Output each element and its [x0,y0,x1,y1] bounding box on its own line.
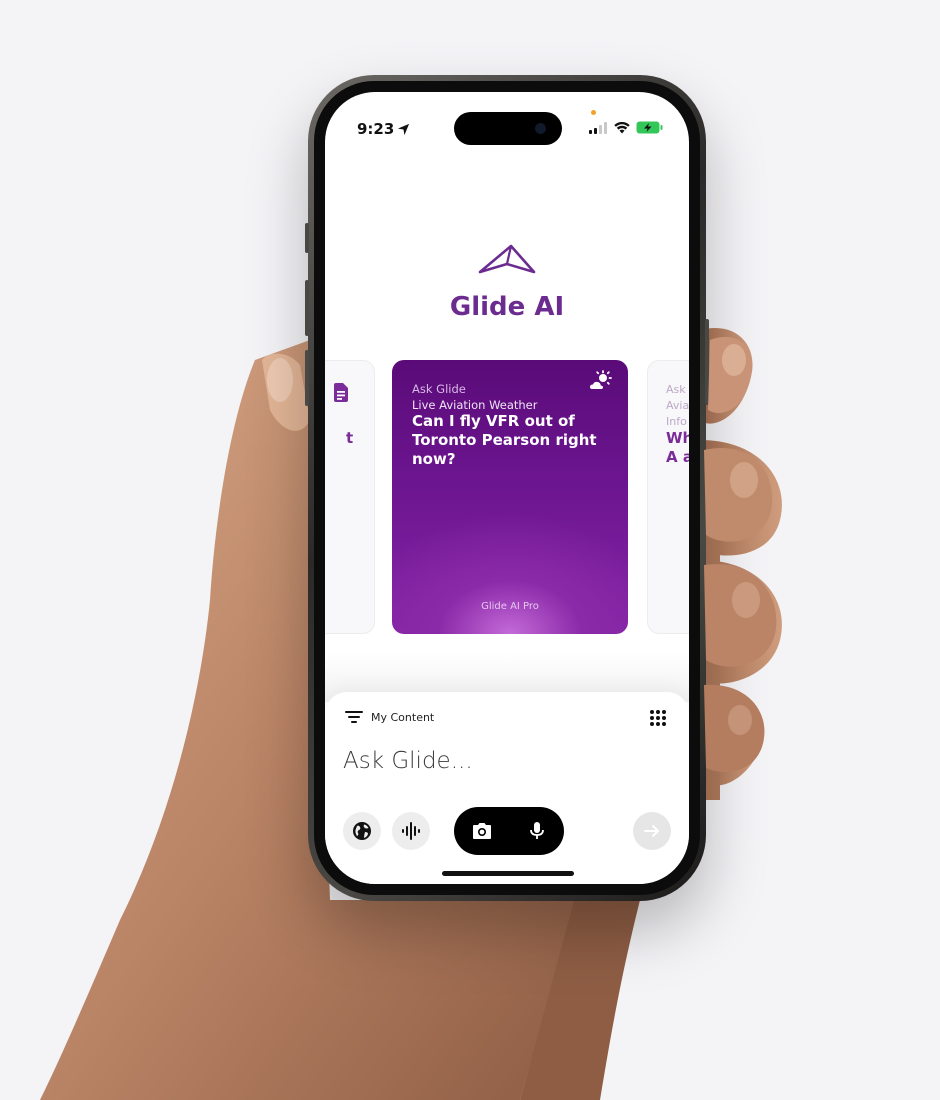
prompt-card-right-kicker: Ask [666,383,686,396]
document-icon [334,383,348,402]
card-question: Can I fly VFR out of Toronto Pearson rig… [412,412,597,468]
prompt-card-right-q1: Wh [666,429,689,447]
voice-mode-button[interactable] [392,812,430,850]
status-time-text: 9:23 [357,120,395,138]
microphone-icon [529,822,544,839]
card-footer: Glide AI Pro [481,601,539,612]
prompt-card-right-q2: A a [666,448,689,466]
globe-icon [353,822,371,840]
card-kicker: Ask Glide [412,382,466,396]
prompt-card-right-line2: Info [666,415,687,428]
app-title: Glide AI [449,292,565,322]
volume-down-button [305,350,309,406]
filter-lines-icon [345,711,363,723]
dynamic-island [454,112,562,145]
cellular-signal-icon [589,121,607,134]
action-button [305,223,309,253]
globe-button[interactable] [343,812,381,850]
phone-screen: 9:23 Glide AI t Ask Glide Live Aviation … [325,92,689,884]
fingertips-overlay [704,336,777,773]
home-indicator [442,871,574,876]
wifi-icon [614,121,630,133]
filter-label: My Content [371,710,435,724]
status-icons [589,121,663,134]
arrow-right-icon [644,825,659,837]
phone-frame: 9:23 Glide AI t Ask Glide Live Aviation … [305,75,709,901]
privacy-indicator-dot [591,110,596,115]
weather-sun-cloud-icon [590,370,612,389]
media-input-pill [454,807,564,855]
composer-panel: My Content [325,692,689,884]
battery-charging-icon [636,121,663,134]
send-button[interactable] [633,812,671,850]
glide-logo-icon [478,244,536,274]
grid-dots-icon[interactable] [649,709,667,727]
prompt-card-left[interactable]: t [325,360,375,634]
status-time: 9:23 [357,120,410,138]
voice-waveform-icon [402,822,420,840]
camera-button[interactable] [462,811,502,851]
prompt-card-left-fragment: t [346,429,354,447]
location-arrow-icon [398,123,410,135]
microphone-button[interactable] [517,811,557,851]
ask-input[interactable] [343,748,663,774]
volume-up-button [305,280,309,336]
prompt-card-right-line1: Avia [666,399,689,412]
content-filter[interactable]: My Content [345,710,434,724]
front-camera [535,123,546,134]
prompt-card-right[interactable]: Ask Avia Info Wh A a [647,360,689,634]
prompt-card-main[interactable]: Ask Glide Live Aviation Weather Can I fl… [392,360,628,634]
camera-icon [472,823,491,839]
card-category: Live Aviation Weather [412,398,538,412]
